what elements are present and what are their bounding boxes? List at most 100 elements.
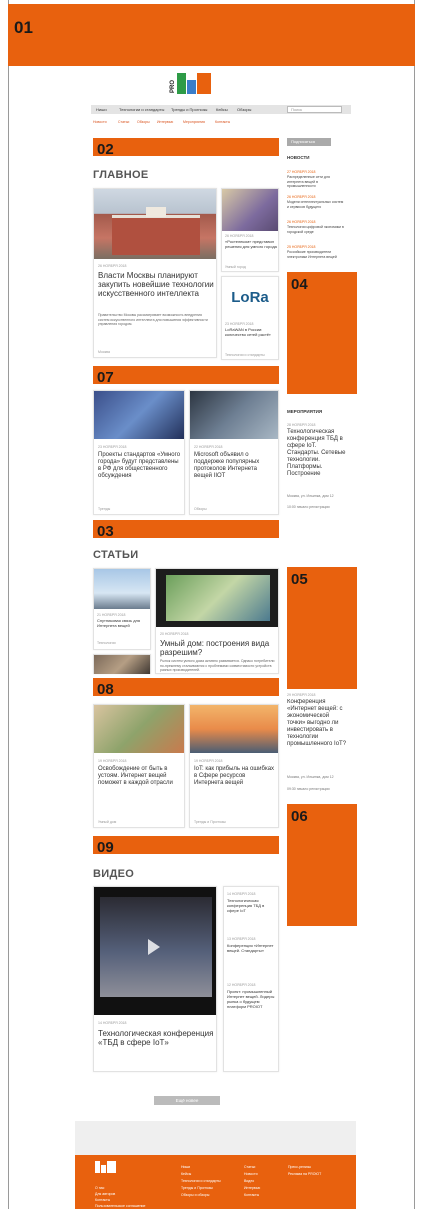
video-list: 14 НОЯБРЯ 2018 Технологическая конференц… (223, 886, 279, 1072)
subnav-reviews[interactable]: Обзоры (137, 120, 150, 124)
card-meta[interactable]: Умный город (225, 265, 246, 269)
sidebar-news-item[interactable]: Распределенные сети для интернета вещей … (287, 175, 345, 189)
ad-banner-top[interactable]: 01 (8, 4, 415, 66)
article-image (94, 569, 150, 609)
card-meta[interactable]: Умный дом (98, 820, 116, 824)
video-main-card[interactable]: 14 НОЯБРЯ 2018 Технологическая конференц… (93, 886, 217, 1072)
sidebar-news-item[interactable]: Российские производители электроники Инт… (287, 250, 345, 259)
ad-label: 03 (97, 523, 114, 540)
video-thumbnail[interactable] (94, 887, 216, 1015)
ad-banner-09[interactable]: 09 (93, 836, 279, 856)
nav-item-niches[interactable]: Ниши (96, 107, 107, 112)
main-row2-card-1[interactable]: 23 НОЯБРЯ 2018 Проекты стандартов «Умног… (93, 390, 185, 515)
subnav-articles[interactable]: Статьи (118, 120, 129, 124)
footer-link[interactable]: Статьи (244, 1165, 255, 1169)
ad-sidebar-06[interactable]: 06 (287, 804, 357, 926)
footer-link[interactable]: Тренды и Прогнозы (181, 1186, 213, 1190)
event-title[interactable]: Технологическая конференция ТБД в сфере … (287, 429, 347, 478)
card-date: 26 НОЯБРЯ 2018 (98, 264, 127, 268)
subnav-news[interactable]: Новости (93, 120, 107, 124)
card-meta[interactable]: Тренды и Прогнозы (194, 820, 226, 824)
main-row2-card-2[interactable]: 22 НОЯБРЯ 2018 Microsoft объявил о подде… (189, 390, 279, 515)
footer-link[interactable]: Контакты (244, 1193, 259, 1197)
footer-link[interactable]: Интервью (244, 1186, 260, 1190)
search-input[interactable]: Поиск (287, 106, 342, 113)
footer-link[interactable]: Видео (244, 1179, 254, 1183)
main-big-card[interactable]: 26 НОЯБРЯ 2018 Власти Москвы планируют з… (93, 188, 217, 358)
footer-link[interactable]: Пользовательское соглашение (95, 1204, 145, 1208)
subscribe-button[interactable]: Подписаться (287, 138, 331, 146)
logo-letter-t (197, 73, 211, 94)
main-small-card-1[interactable]: 26 НОЯБРЯ 2018 «Ростелеком» представил р… (221, 188, 279, 272)
card-date: 19 НОЯБРЯ 2018 (194, 759, 223, 763)
ad-banner-08[interactable]: 08 (93, 678, 279, 698)
article-row2-card-1[interactable]: 19 НОЯБРЯ 2018 Освобождение от быть в ус… (93, 704, 185, 828)
ad-banner-03[interactable]: 03 (93, 520, 279, 540)
article-big-card[interactable]: 20 НОЯБРЯ 2018 Умный дом: построения вид… (155, 568, 279, 674)
ad-sidebar-05[interactable]: 05 (287, 567, 357, 689)
event-place: Москва, ул. Ильинка, дом 12 (287, 494, 334, 498)
ad-label: 05 (291, 571, 308, 588)
nav-item-cases[interactable]: Кейсы (216, 107, 228, 112)
ad-sidebar-04[interactable]: 04 (287, 272, 357, 394)
video-list-title[interactable]: Проект: промышленный Интернет вещей. Лид… (227, 989, 277, 1009)
card-title[interactable]: «Ростелеком» представил решения для умно… (225, 239, 278, 249)
video-list-date: 14 НОЯБРЯ 2018 (227, 892, 256, 896)
event-date: 28 НОЯБРЯ 2018 (287, 423, 316, 427)
footer-link[interactable]: Для авторов (95, 1192, 115, 1196)
card-meta[interactable]: Обзоры (194, 507, 207, 511)
footer-link[interactable]: Обзоры и обзоры (181, 1193, 209, 1197)
video-list-title[interactable]: Конференция «Интернет вещей. Стандарты» (227, 943, 277, 953)
footer-link[interactable]: Кейсы (181, 1172, 191, 1176)
footer-link[interactable]: Пресс-релизы (288, 1165, 311, 1169)
card-meta[interactable]: Технологии (97, 641, 116, 645)
article-card-2[interactable] (93, 654, 151, 674)
event-date: 29 НОЯБРЯ 2018 (287, 693, 316, 697)
card-title[interactable]: Власти Москвы планируют закупить новейши… (98, 271, 214, 298)
nav-item-reviews[interactable]: Обзоры (237, 107, 251, 112)
load-more-button[interactable]: Ещё новее (154, 1096, 220, 1105)
sidebar-news-item[interactable]: Модели интеллектуальных систем и сервисо… (287, 200, 345, 209)
card-title[interactable]: Microsoft объявил о поддержке популярных… (194, 452, 276, 480)
ad-banner-02[interactable]: 02 (93, 138, 279, 158)
ad-banner-07[interactable]: 07 (93, 366, 279, 386)
card-meta[interactable]: Технологии и стандарты (225, 353, 265, 357)
event-time: 10:00 начало регистрации (287, 505, 330, 509)
nav-item-tech[interactable]: Технологии и стандарты (119, 107, 164, 112)
subnav-interviews[interactable]: Интервью (157, 120, 173, 124)
card-title[interactable]: Освобождение от быть в устоям. Интернет … (98, 766, 182, 787)
card-date: 26 НОЯБРЯ 2018 (225, 234, 254, 238)
event-title[interactable]: Конференция «Интернет вещей: с экономиче… (287, 699, 347, 771)
nav-item-trends[interactable]: Тренды и Прогнозы (171, 107, 207, 112)
footer-link[interactable]: Новости (244, 1172, 258, 1176)
lora-logo-image: LoRa (222, 277, 278, 319)
footer-link[interactable]: О нас (95, 1186, 104, 1190)
footer-logo[interactable] (95, 1161, 117, 1173)
main-small-card-2[interactable]: LoRa 23 НОЯБРЯ 2018 LoRaWAN в России: ко… (221, 276, 279, 360)
ad-label: 08 (97, 681, 114, 698)
sidebar-news-date: 27 НОЯБРЯ 2018 (287, 170, 316, 174)
video-list-title[interactable]: Технологическая конференция ТБД в сфере … (227, 898, 277, 913)
footer-link[interactable]: Технологии и стандарты (181, 1179, 221, 1183)
footer-link[interactable]: Реклама на PROIOT (288, 1172, 321, 1176)
card-title[interactable]: Проекты стандартов «Умного города» будут… (98, 452, 182, 480)
card-title[interactable]: Технологическая конференция «ТБД в сфере… (98, 1029, 214, 1047)
card-meta[interactable]: Москва (98, 350, 110, 354)
card-text: Правительство Москвы рассматривает возмо… (98, 313, 208, 326)
ad-label: 06 (291, 808, 308, 825)
article-card-1[interactable]: 21 НОЯБРЯ 2018 Спутниковая связь для Инт… (93, 568, 151, 650)
card-title[interactable]: Спутниковая связь для Интернета вещей (97, 618, 150, 628)
subnav-contacts[interactable]: Контакты (215, 120, 230, 124)
subnav-events[interactable]: Мероприятия (183, 120, 205, 124)
site-logo[interactable]: PRO (170, 73, 212, 95)
sidebar-news-item[interactable]: Технологии цифровой экономики в городско… (287, 225, 345, 234)
card-title[interactable]: LoRaWAN в России: количество сетей растё… (225, 327, 278, 337)
footer-link[interactable]: Контакты (95, 1198, 110, 1202)
footer-link[interactable]: Ниши (181, 1165, 190, 1169)
card-title[interactable]: Умный дом: построения вида разрешим? (160, 639, 276, 657)
card-date: 22 НОЯБРЯ 2018 (194, 445, 223, 449)
card-meta[interactable]: Тренды (98, 507, 110, 511)
card-title[interactable]: IoT: как прибыль на ошибках в Сфере ресу… (194, 766, 276, 787)
play-icon[interactable] (148, 939, 160, 955)
article-row2-card-2[interactable]: 19 НОЯБРЯ 2018 IoT: как прибыль на ошибк… (189, 704, 279, 828)
